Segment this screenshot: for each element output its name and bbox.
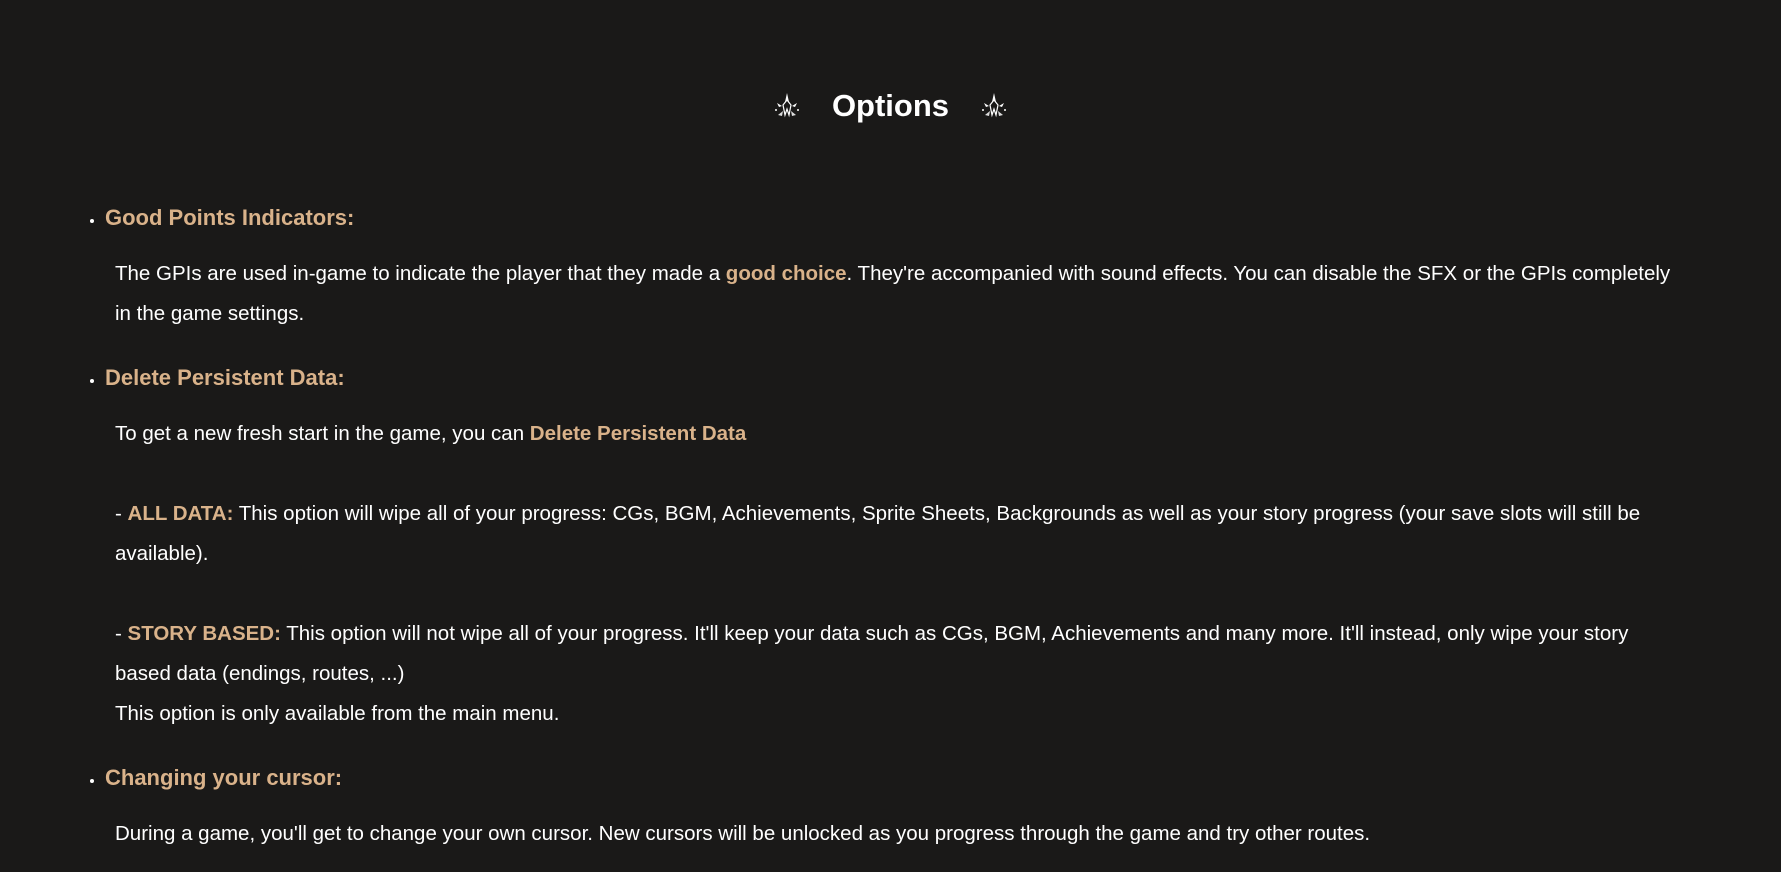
all-data-text: This option will wipe all of your progre… [115, 502, 1641, 565]
delete-intro-paragraph: To get a new fresh start in the game, yo… [115, 414, 1685, 454]
star-burst-icon [774, 93, 799, 118]
gpi-text-part-1: The GPIs are used in-game to indicate th… [115, 262, 726, 285]
section-body-gpi: The GPIs are used in-game to indicate th… [115, 254, 1685, 334]
all-data-paragraph: - ALL DATA: This option will wipe all of… [115, 494, 1685, 574]
main-menu-note: This option is only available from the m… [115, 702, 560, 725]
section-body-delete: To get a new fresh start in the game, yo… [115, 414, 1685, 734]
list-item-good-points-indicators: Good Points Indicators: The GPIs are use… [105, 205, 1705, 365]
story-based-paragraph: - STORY BASED: This option will not wipe… [115, 614, 1685, 694]
page-title: Options [831, 88, 950, 123]
section-heading-gpi: Good Points Indicators: [105, 205, 355, 230]
story-based-label: STORY BASED: [127, 622, 281, 645]
options-list: Good Points Indicators: The GPIs are use… [84, 205, 1705, 872]
star-burst-icon [982, 93, 1007, 118]
section-heading-delete: Delete Persistent Data: [105, 365, 345, 390]
list-item-changing-cursor: Changing your cursor: During a game, you… [105, 765, 1705, 872]
story-based-text: This option will not wipe all of your pr… [115, 622, 1629, 685]
options-page: Options Good Points Indicators: The GPIs… [0, 0, 1781, 872]
section-heading-cursor: Changing your cursor: [105, 765, 343, 790]
cursor-paragraph: During a game, you'll get to change your… [115, 822, 1371, 845]
all-data-dash: - [115, 502, 128, 525]
story-based-dash: - [115, 622, 128, 645]
gpi-paragraph: The GPIs are used in-game to indicate th… [115, 254, 1685, 334]
list-item-delete-persistent-data: Delete Persistent Data: To get a new fre… [105, 365, 1705, 765]
delete-intro-text: To get a new fresh start in the game, yo… [115, 422, 530, 445]
title-row: Options [0, 88, 1781, 124]
delete-intro-highlight: Delete Persistent Data [529, 422, 747, 445]
section-body-cursor: During a game, you'll get to change your… [115, 814, 1685, 854]
gpi-highlight-good-choice: good choice [725, 262, 847, 285]
all-data-label: ALL DATA: [127, 502, 234, 525]
